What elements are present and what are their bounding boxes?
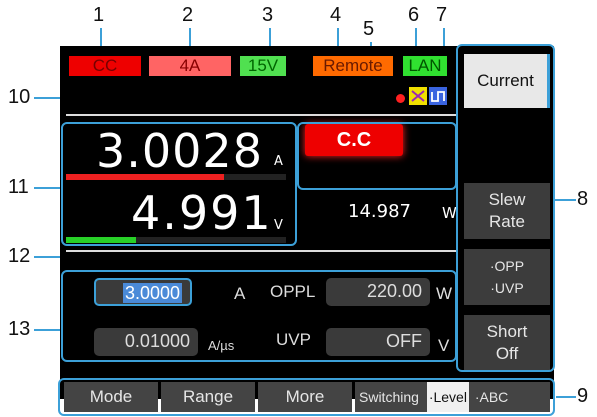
- callout-13: 13: [8, 318, 31, 340]
- callout-1: 1: [93, 4, 105, 26]
- leader-line-8: [554, 199, 576, 201]
- power-value: 14.987: [348, 201, 411, 222]
- callout-box-settings: [61, 270, 457, 362]
- status-divider: [66, 114, 456, 116]
- callout-7: 7: [436, 4, 448, 26]
- alarm-dot-icon: [396, 94, 405, 103]
- callout-box-function-keys: [58, 378, 555, 416]
- callout-4: 4: [330, 4, 342, 26]
- callout-9: 9: [577, 385, 589, 407]
- lan-badge: LAN: [403, 56, 447, 76]
- cc-mode-badge: CC: [69, 56, 141, 76]
- callout-box-status: [297, 122, 457, 190]
- callout-6: 6: [408, 4, 420, 26]
- settings-divider: [66, 250, 456, 252]
- callout-box-measurement: [61, 122, 297, 246]
- power-unit: W: [442, 204, 457, 222]
- leader-line-9: [556, 396, 576, 398]
- remote-badge: Remote: [313, 56, 393, 76]
- callout-3: 3: [262, 4, 274, 26]
- callout-11: 11: [8, 176, 29, 198]
- voltage-range-badge: 15V: [240, 56, 286, 76]
- sync-icon: [409, 87, 427, 105]
- callout-2: 2: [182, 4, 194, 26]
- leader-line-11: [34, 187, 62, 189]
- range-badge: 4A: [149, 56, 231, 76]
- callout-8: 8: [577, 188, 589, 210]
- callout-12: 12: [8, 245, 31, 267]
- callout-10: 10: [8, 86, 31, 108]
- leader-line-13: [34, 329, 62, 331]
- callout-box-softkeys: [456, 44, 555, 372]
- pulse-icon: [429, 87, 447, 105]
- callout-5: 5: [363, 18, 375, 40]
